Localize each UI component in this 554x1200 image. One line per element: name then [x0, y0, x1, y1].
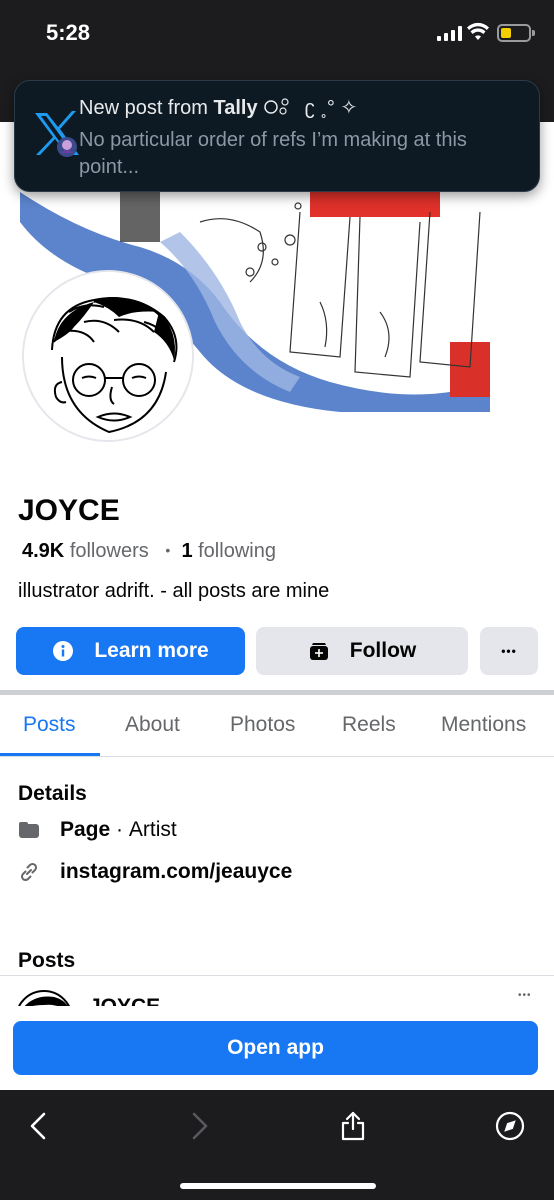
tab-photos[interactable]: Photos — [230, 713, 295, 737]
profile-bio: illustrator adrift. - all posts are mine — [18, 580, 330, 602]
link-icon — [18, 861, 42, 883]
followers-count: 4.9K — [22, 540, 65, 562]
profile-stats: 4.9K followers • 1 following — [22, 540, 276, 563]
notification-decoration-text: ʗ ˳° ✧ — [299, 97, 358, 119]
battery-icon — [497, 24, 535, 42]
post-author-avatar — [17, 990, 71, 1007]
more-options-label: ••• — [501, 644, 517, 658]
detail-link-row[interactable]: instagram.com/jeauyce — [18, 860, 292, 884]
browser-toolbar — [0, 1090, 554, 1200]
posts-title: Posts — [18, 949, 76, 972]
tab-mentions[interactable]: Mentions — [441, 713, 526, 737]
bubbles-icon — [264, 98, 289, 115]
follow-button[interactable]: Follow — [256, 627, 468, 675]
posts-divider — [0, 975, 554, 976]
status-time: 5:28 — [46, 20, 91, 45]
info-icon — [52, 640, 74, 662]
details-title: Details — [18, 782, 87, 805]
notification-decoration: ʗ ˳° ✧ — [258, 97, 358, 119]
instagram-link[interactable]: instagram.com/jeauyce — [60, 860, 292, 884]
open-app-button[interactable]: Open app — [13, 1021, 538, 1075]
page-icon — [18, 821, 42, 839]
avatar-drawing — [24, 272, 192, 440]
tab-posts[interactable]: Posts — [23, 713, 76, 737]
back-icon[interactable] — [24, 1110, 56, 1142]
active-tab-indicator — [0, 753, 100, 756]
push-notification[interactable]: New post from Tally ʗ ˳° ✧ No particular… — [14, 80, 540, 192]
learn-more-label: Learn more — [94, 639, 209, 662]
page-category: Artist — [128, 818, 177, 841]
detail-page-category: Page · Artist — [18, 818, 177, 842]
notification-title: New post from Tally ʗ ˳° ✧ — [79, 95, 357, 120]
x-app-icon — [35, 111, 79, 157]
more-options-button[interactable]: ••• — [480, 627, 538, 675]
follow-label: Follow — [349, 639, 417, 662]
forward-icon[interactable] — [182, 1110, 214, 1142]
following-link[interactable]: following — [198, 540, 276, 562]
notification-author: Tally — [213, 97, 258, 119]
tab-reels[interactable]: Reels — [342, 713, 396, 737]
share-icon[interactable] — [337, 1110, 369, 1142]
learn-more-button[interactable]: Learn more — [16, 627, 245, 675]
notification-prefix: New post from — [79, 97, 214, 119]
wifi-icon — [467, 22, 489, 40]
profile-avatar[interactable] — [22, 270, 194, 442]
followers-link[interactable]: followers — [70, 540, 149, 562]
follow-icon — [308, 640, 330, 662]
open-app-banner: Open app — [0, 1006, 554, 1090]
home-indicator — [180, 1183, 376, 1189]
profile-tabs: Posts About Photos Reels Mentions — [0, 695, 554, 757]
page-separator: · — [110, 818, 129, 841]
signal-icon — [437, 26, 462, 41]
page-title: JOYCE — [18, 494, 120, 527]
following-count: 1 — [181, 540, 193, 562]
notification-body: No particular order of refs I’m making a… — [79, 129, 467, 178]
stats-separator: • — [165, 542, 171, 558]
tab-about[interactable]: About — [125, 713, 180, 737]
page-label: Page — [60, 818, 111, 841]
compass-icon[interactable] — [494, 1110, 526, 1142]
post-more-button[interactable]: ••• — [518, 990, 532, 1001]
post-preview[interactable]: JOYCE ••• — [0, 985, 554, 1007]
